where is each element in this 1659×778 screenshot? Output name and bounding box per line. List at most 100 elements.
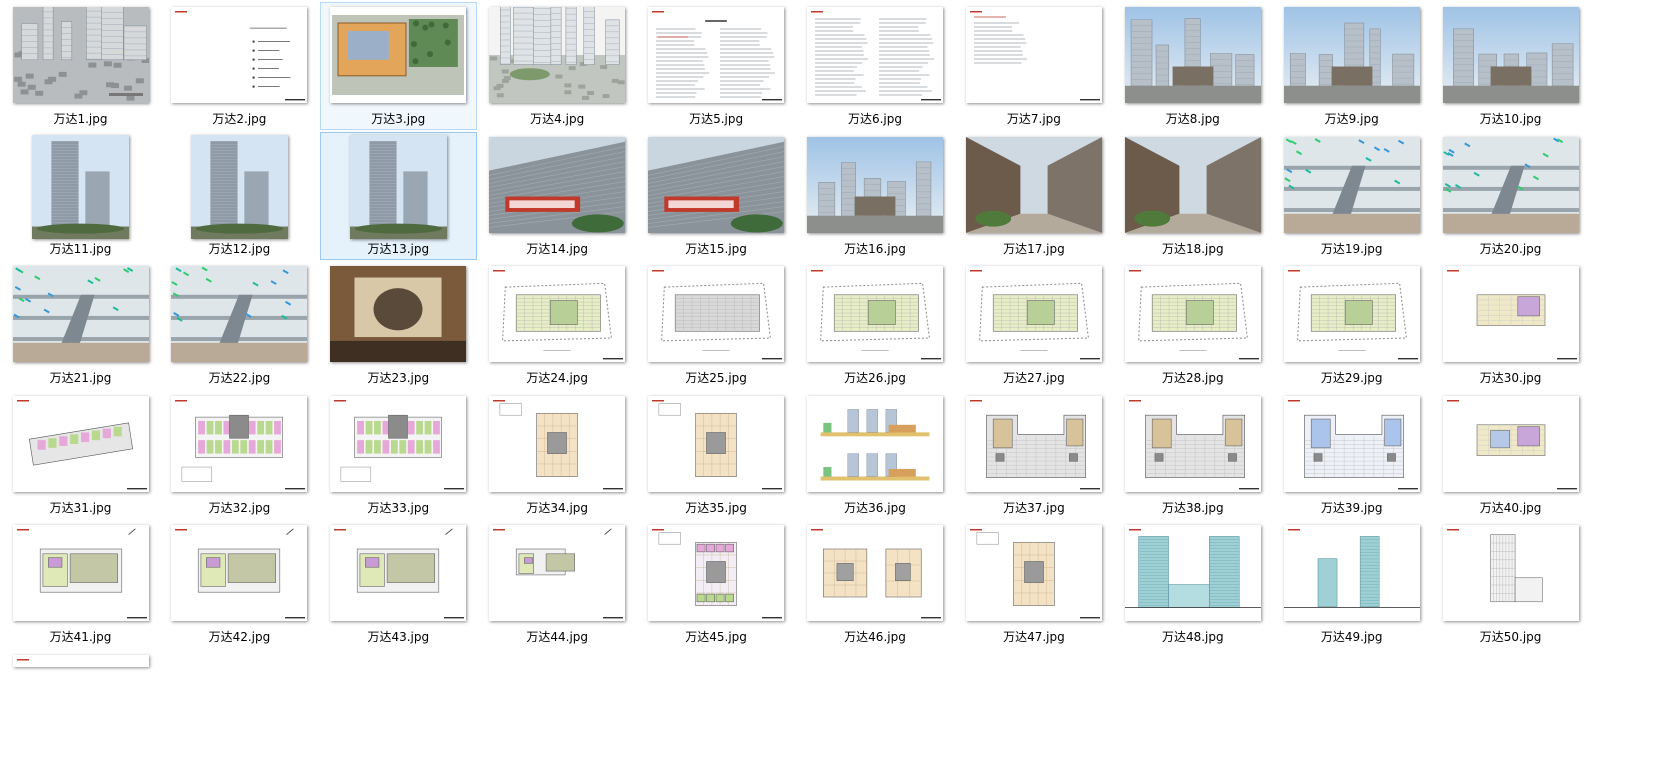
file-item[interactable]: 万达19.jpg [1273,132,1430,260]
file-item[interactable]: 万达26.jpg [797,261,954,389]
file-item[interactable]: 万达23.jpg [320,261,477,389]
file-item[interactable]: 万达29.jpg [1273,261,1430,389]
file-thumbnail [965,7,1102,103]
file-item[interactable]: 万达50.jpg [1432,520,1589,648]
file-item[interactable]: 万达49.jpg [1273,520,1430,648]
file-thumbnail [330,395,467,492]
file-item[interactable] [2,650,159,778]
file-name: 万达11.jpg [49,241,112,256]
file-item[interactable]: 万达17.jpg [955,132,1112,260]
file-item[interactable]: 万达10.jpg [1432,2,1589,130]
file-item[interactable]: 万达38.jpg [1114,391,1271,519]
file-name: 万达49.jpg [1320,630,1383,644]
file-thumbnail [489,525,626,621]
file-thumbnail [807,7,943,103]
file-thumbnail [1124,136,1261,233]
file-item[interactable]: 万达2.jpg [161,2,318,130]
file-name: 万达32.jpg [208,500,271,515]
file-item[interactable]: 万达20.jpg [1432,132,1589,260]
file-item[interactable]: 万达15.jpg [638,132,795,260]
file-name: 万达37.jpg [1003,500,1065,515]
file-thumbnail [349,134,447,239]
file-name: 万达41.jpg [49,630,112,644]
file-name: 万达33.jpg [367,500,430,515]
file-name: 万达7.jpg [1006,112,1061,126]
file-name: 万达34.jpg [526,500,589,515]
file-name: 万达46.jpg [844,630,906,644]
file-thumbnail [648,136,785,233]
file-name: 万达22.jpg [208,371,271,385]
file-item[interactable]: 万达39.jpg [1273,391,1430,519]
file-item[interactable]: 万达35.jpg [638,391,795,519]
file-item[interactable]: 万达3.jpg [319,2,477,130]
file-name: 万达27.jpg [1003,371,1065,385]
file-item[interactable]: 万达1.jpg [2,2,159,130]
file-item[interactable]: 万达27.jpg [955,261,1112,389]
file-name: 万达1.jpg [53,112,108,126]
file-thumbnail [171,525,308,621]
file-item[interactable]: 万达14.jpg [479,132,636,260]
file-name: 万达29.jpg [1320,371,1383,385]
file-item[interactable]: 万达36.jpg [797,391,954,519]
file-item[interactable]: 万达28.jpg [1114,261,1271,389]
file-item[interactable]: 万达9.jpg [1273,2,1430,130]
file-thumbnail [330,525,467,621]
file-name: 万达45.jpg [685,630,747,644]
file-item[interactable]: 万达22.jpg [161,261,318,389]
file-name: 万达48.jpg [1161,630,1224,644]
file-item[interactable]: 万达24.jpg [479,261,636,389]
file-thumbnail [1442,395,1579,492]
file-item[interactable]: 万达34.jpg [479,391,636,519]
file-thumbnail [12,266,149,362]
file-item[interactable]: 万达33.jpg [320,391,477,519]
file-item[interactable]: 万达37.jpg [955,391,1112,519]
file-item[interactable]: 万达12.jpg [161,132,318,260]
file-item[interactable]: 万达4.jpg [479,2,636,130]
file-item[interactable]: 万达41.jpg [2,520,159,648]
file-thumbnail [648,525,785,621]
file-thumbnail [330,266,467,362]
file-item[interactable]: 万达45.jpg [638,520,795,648]
file-thumbnail [1283,525,1420,621]
file-thumbnail [965,266,1102,362]
file-item[interactable]: 万达48.jpg [1114,520,1271,648]
file-thumbnail [12,654,149,667]
file-item[interactable]: 万达8.jpg [1114,2,1271,130]
file-item[interactable]: 万达13.jpg [319,131,477,260]
file-thumbnail [1442,7,1579,103]
file-thumbnail [1124,266,1261,362]
file-thumbnail [12,525,149,621]
file-thumbnail [648,266,785,362]
file-item[interactable]: 万达47.jpg [955,520,1112,648]
file-item[interactable]: 万达7.jpg [955,2,1112,130]
file-item[interactable]: 万达25.jpg [638,261,795,389]
file-name: 万达9.jpg [1324,112,1379,126]
file-item[interactable]: 万达30.jpg [1432,261,1589,389]
file-item[interactable]: 万达11.jpg [2,132,159,260]
file-thumbnail [489,7,626,103]
file-item[interactable]: 万达18.jpg [1114,132,1271,260]
file-item[interactable]: 万达31.jpg [2,391,159,519]
file-thumbnail [807,136,943,233]
file-item[interactable]: 万达6.jpg [797,2,954,130]
file-item[interactable]: 万达21.jpg [2,261,159,389]
file-item[interactable]: 万达44.jpg [479,520,636,648]
file-name: 万达18.jpg [1161,241,1224,256]
file-thumbnail [171,7,308,103]
file-name: 万达36.jpg [844,500,906,515]
file-thumbnail [648,395,785,492]
file-name: 万达35.jpg [685,500,747,515]
file-thumbnail [965,395,1102,492]
file-item[interactable]: 万达16.jpg [797,132,954,260]
file-thumbnail [1283,395,1420,492]
file-item[interactable]: 万达46.jpg [797,520,954,648]
file-thumbnail [1124,395,1261,492]
file-thumbnail-grid: 万达1.jpg 万达2.jpg 万达3.jpg 万达4.jpg 万达5.jpg 万达6.j… [0,0,1659,749]
file-item[interactable]: 万达32.jpg [161,391,318,519]
file-thumbnail [12,395,149,492]
file-item[interactable]: 万达42.jpg [161,520,318,648]
file-item[interactable]: 万达5.jpg [638,2,795,130]
file-item[interactable]: 万达43.jpg [320,520,477,648]
file-name: 万达30.jpg [1479,371,1542,385]
file-item[interactable]: 万达40.jpg [1432,391,1589,519]
